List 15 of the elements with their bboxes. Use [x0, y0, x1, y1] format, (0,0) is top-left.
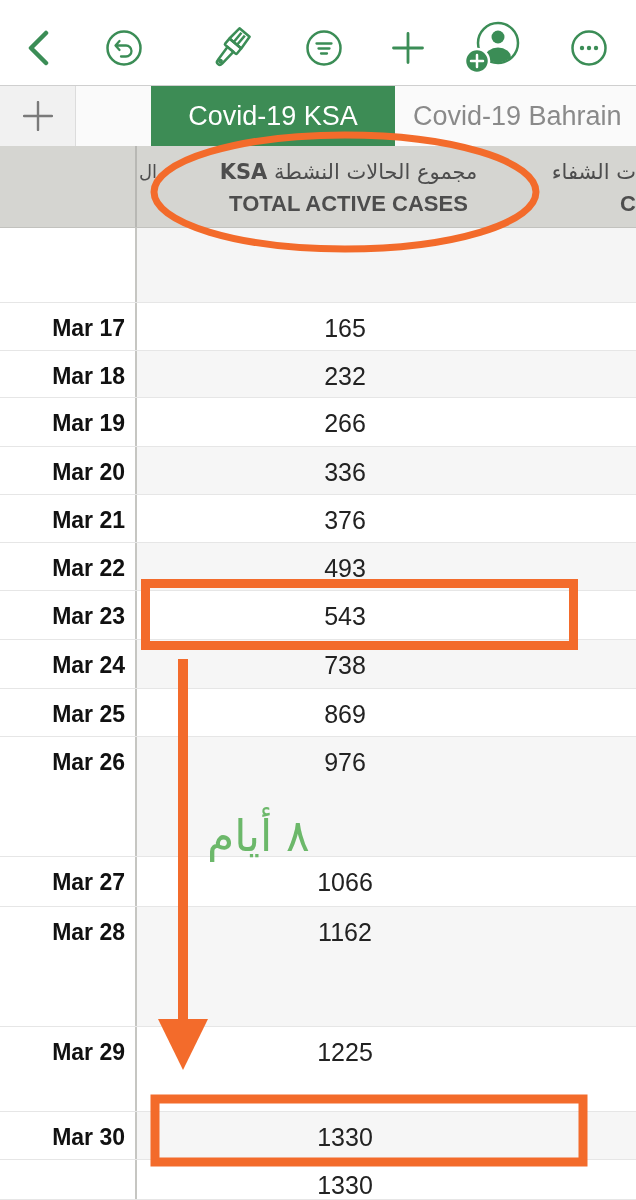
- more-icon[interactable]: [571, 29, 607, 66]
- back-icon[interactable]: [26, 29, 50, 66]
- column-header: ال: [138, 160, 157, 184]
- table-cell: 336: [137, 447, 636, 494]
- add-sheet-button[interactable]: [0, 86, 76, 146]
- add-person-icon[interactable]: [464, 20, 520, 75]
- sheet-tab[interactable]: Covid-19 KSA: [151, 86, 395, 146]
- table-cell: 232: [137, 351, 636, 397]
- filter-icon[interactable]: [306, 29, 342, 66]
- sheet-tab[interactable]: Covid-19 Bahrain: [395, 86, 628, 146]
- table-cell: 1162: [137, 907, 636, 1026]
- undo-icon[interactable]: [106, 29, 142, 66]
- add-icon[interactable]: [392, 31, 424, 64]
- plus-icon: [22, 101, 53, 131]
- table-cell: 1330: [137, 1112, 636, 1159]
